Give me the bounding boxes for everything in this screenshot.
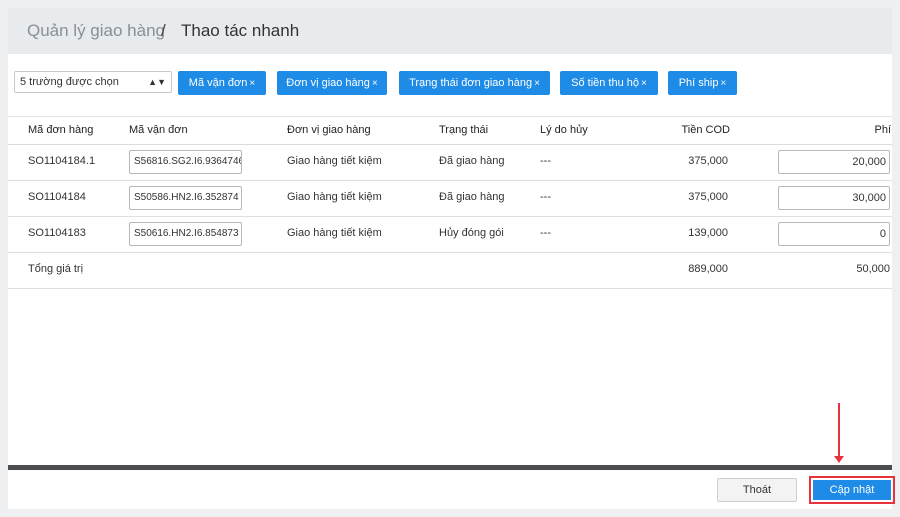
col-carrier: Đơn vị giao hàng <box>287 124 371 136</box>
page-header: Quản lý giao hàng / Thao tác nhanh <box>8 8 892 54</box>
exit-button[interactable]: Thoát <box>717 478 797 502</box>
fee-input[interactable]: 30,000 <box>778 186 890 210</box>
chip-label: Mã vận đơn <box>188 77 248 89</box>
chip-cod-amount[interactable]: Số tiền thu hộ × <box>560 71 658 95</box>
chip-label: Đơn vị giao hàng <box>286 77 370 89</box>
order-code: SO1104184 <box>28 191 86 203</box>
fee-input[interactable]: 20,000 <box>778 150 890 174</box>
close-icon[interactable]: × <box>249 78 255 89</box>
close-icon[interactable]: × <box>720 78 726 89</box>
annotation-arrow-line <box>838 403 840 459</box>
carrier: Giao hàng tiết kiệm <box>287 191 382 203</box>
total-label: Tổng giá trị <box>28 263 84 275</box>
chip-label: Trạng thái đơn giao hàng <box>409 77 533 89</box>
status: Đã giao hàng <box>439 191 505 203</box>
chip-order-status[interactable]: Trạng thái đơn giao hàng × <box>399 71 550 95</box>
order-code: SO1104183 <box>28 227 86 239</box>
close-icon[interactable]: × <box>372 78 378 89</box>
table-row: SO1104184 S50586.HN2.I6.352874 Giao hàng… <box>8 180 892 217</box>
col-order-code: Mã đơn hàng <box>28 124 94 136</box>
breadcrumb[interactable]: Quản lý giao hàng <box>27 21 165 41</box>
chevron-updown-icon: ▲▼ <box>148 77 166 87</box>
chip-label: Phí ship <box>678 77 719 89</box>
carrier: Giao hàng tiết kiệm <box>287 227 382 239</box>
fields-select[interactable]: 5 trường được chọn ▲▼ <box>14 71 172 93</box>
waybill-input[interactable]: S56816.SG2.I6.9364746 <box>129 150 242 174</box>
col-status: Trạng thái <box>439 124 489 136</box>
status: Đã giao hàng <box>439 155 505 167</box>
fee-input[interactable]: 0 <box>778 222 890 246</box>
cancel-reason: --- <box>540 155 551 167</box>
chip-waybill[interactable]: Mã vận đơn × <box>178 71 266 95</box>
close-icon[interactable]: × <box>534 78 540 89</box>
table-row: SO1104184.1 S56816.SG2.I6.9364746 Giao h… <box>8 144 892 181</box>
waybill-input[interactable]: S50586.HN2.I6.352874 <box>129 186 242 210</box>
status: Hủy đóng gói <box>439 227 504 239</box>
total-cod: 889,000 <box>688 263 728 275</box>
chip-label: Số tiền thu hộ <box>571 77 640 89</box>
col-fee: Phí <box>874 124 891 136</box>
chip-shipping-fee[interactable]: Phí ship × <box>668 71 737 95</box>
order-code: SO1104184.1 <box>28 155 96 167</box>
cancel-reason: --- <box>540 227 551 239</box>
breadcrumb-separator: / <box>161 21 166 40</box>
col-cod: Tiền COD <box>681 124 731 136</box>
annotation-arrow-head-icon <box>834 456 844 463</box>
quick-actions-panel: Quản lý giao hàng / Thao tác nhanh 5 trư… <box>8 8 895 509</box>
col-cancel-reason: Lý do hủy <box>540 124 588 136</box>
waybill-input[interactable]: S50616.HN2.I6.854873 <box>129 222 242 246</box>
col-waybill: Mã vận đơn <box>129 124 188 136</box>
cod-amount: 375,000 <box>688 191 728 203</box>
footer-divider <box>8 465 892 470</box>
chip-carrier[interactable]: Đơn vị giao hàng × <box>277 71 387 95</box>
update-button[interactable]: Cập nhật <box>813 480 891 500</box>
page-title: Thao tác nhanh <box>181 21 300 40</box>
cod-amount: 375,000 <box>688 155 728 167</box>
total-row: Tổng giá trị 889,000 50,000 <box>8 252 892 289</box>
carrier: Giao hàng tiết kiệm <box>287 155 382 167</box>
table-header: Mã đơn hàng Mã vận đơn Đơn vị giao hàng … <box>8 116 892 145</box>
fields-select-value: 5 trường được chọn <box>20 76 119 88</box>
total-fee: 50,000 <box>856 263 890 275</box>
close-icon[interactable]: × <box>641 78 647 89</box>
cod-amount: 139,000 <box>688 227 728 239</box>
cancel-reason: --- <box>540 191 551 203</box>
table-row: SO1104183 S50616.HN2.I6.854873 Giao hàng… <box>8 216 892 253</box>
